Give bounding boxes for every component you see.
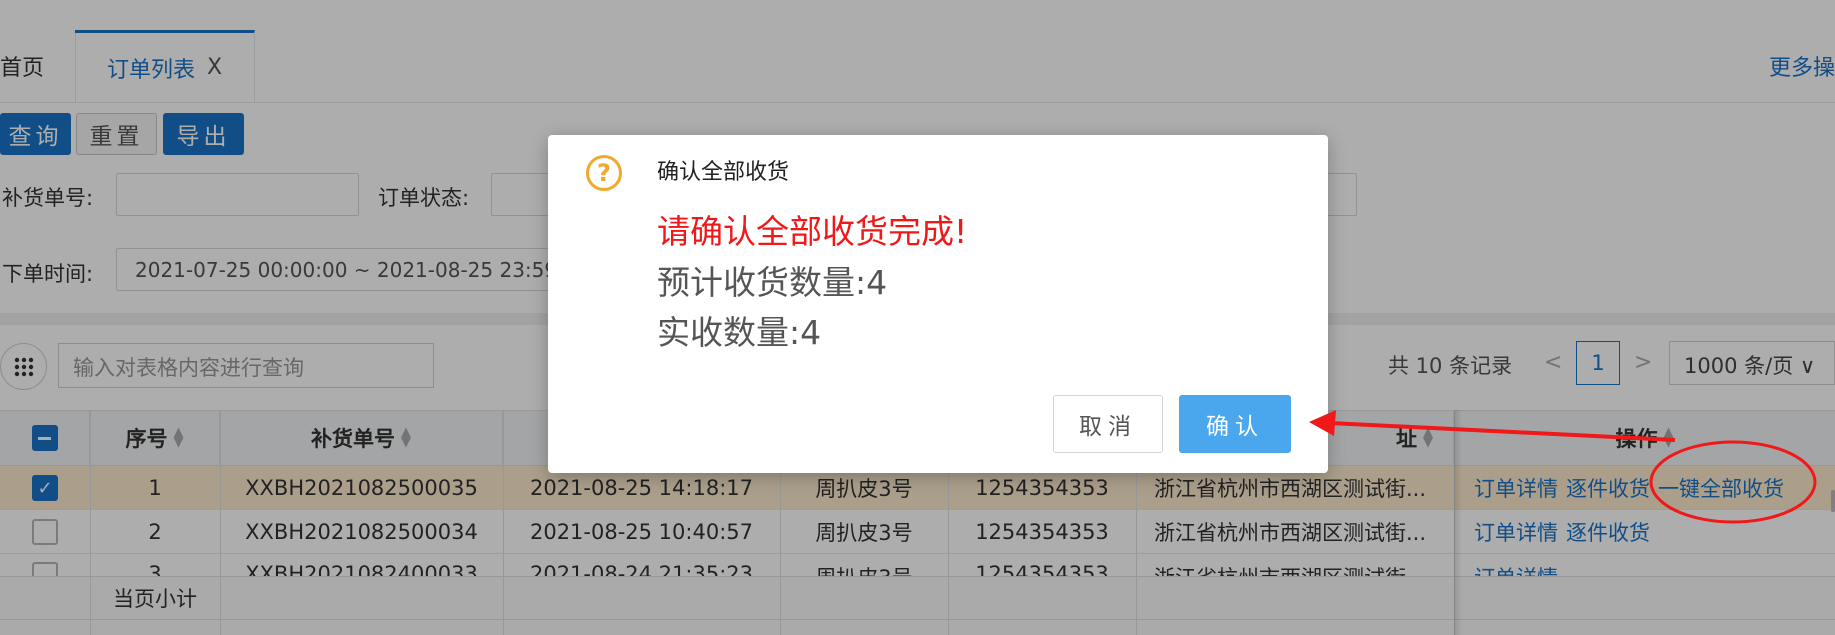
question-icon: ? [586,155,622,191]
cancel-button[interactable]: 取消 [1053,395,1163,453]
expected-quantity-label: 预计收货数量: [657,263,867,302]
expected-quantity-line: 预计收货数量:4 [657,256,887,304]
actual-quantity-line: 实收数量:4 [657,306,821,354]
actual-quantity-value: 4 [800,313,822,352]
actual-quantity-label: 实收数量: [657,313,801,352]
expected-quantity-value: 4 [866,263,888,302]
confirm-button[interactable]: 确认 [1179,395,1291,453]
confirm-dialog: ? 确认全部收货 请确认全部收货完成! 预计收货数量:4 实收数量:4 取消 确… [548,135,1328,473]
dialog-title: 确认全部收货 [657,160,790,185]
dialog-headline: 请确认全部收货完成! [657,212,968,251]
